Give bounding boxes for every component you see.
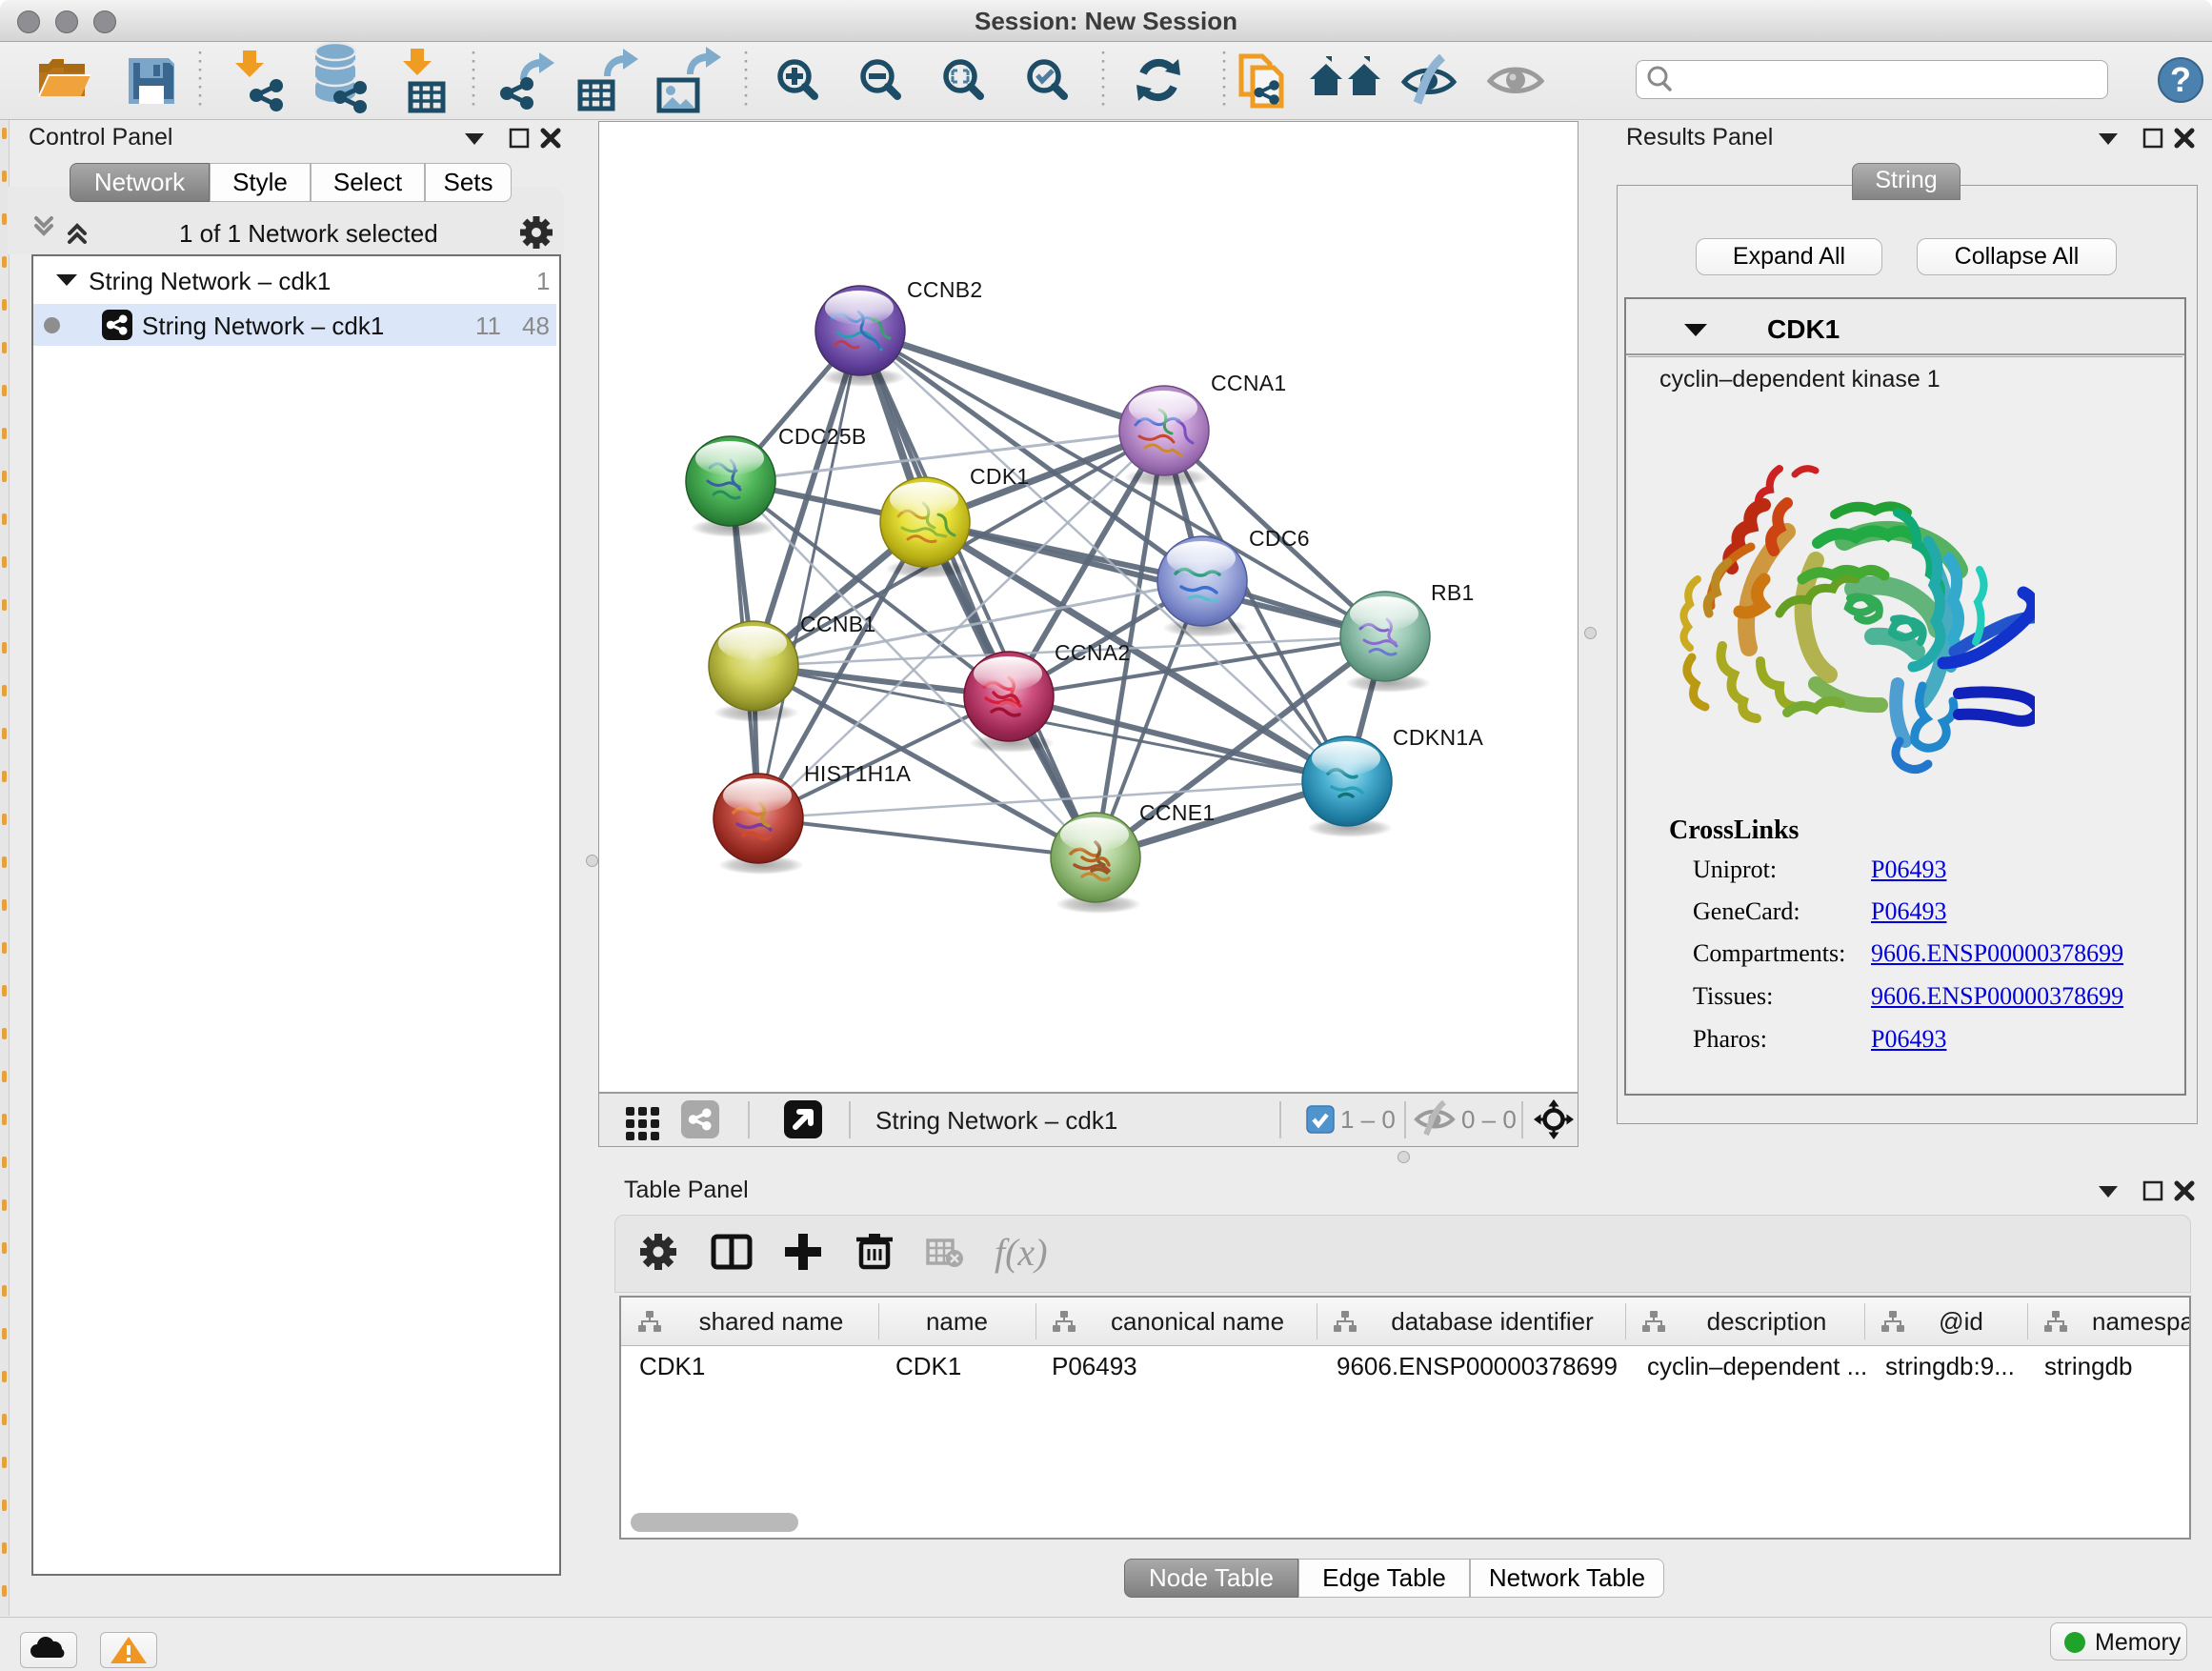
svg-text:CDKN1A: CDKN1A <box>1393 725 1483 750</box>
svg-text:HIST1H1A: HIST1H1A <box>804 761 912 786</box>
svg-text:0 – 0: 0 – 0 <box>1461 1105 1517 1134</box>
svg-text:CDC6: CDC6 <box>1249 526 1310 551</box>
svg-text:CDC25B: CDC25B <box>778 424 867 449</box>
svg-text:CCNA2: CCNA2 <box>1055 640 1130 665</box>
svg-text:CDK1: CDK1 <box>970 464 1030 489</box>
svg-text:RB1: RB1 <box>1431 580 1475 605</box>
svg-text:CCNE1: CCNE1 <box>1139 800 1215 825</box>
svg-text:CCNB2: CCNB2 <box>907 277 982 302</box>
svg-text:CCNB1: CCNB1 <box>800 612 875 636</box>
svg-text:String Network – cdk1: String Network – cdk1 <box>875 1106 1117 1135</box>
svg-text:?: ? <box>2170 60 2191 99</box>
svg-text:f(x): f(x) <box>995 1231 1048 1274</box>
svg-text:1 of 1 Network selected: 1 of 1 Network selected <box>179 219 438 248</box>
svg-text:CCNA1: CCNA1 <box>1211 371 1286 395</box>
svg-text:1 – 0: 1 – 0 <box>1340 1105 1396 1134</box>
